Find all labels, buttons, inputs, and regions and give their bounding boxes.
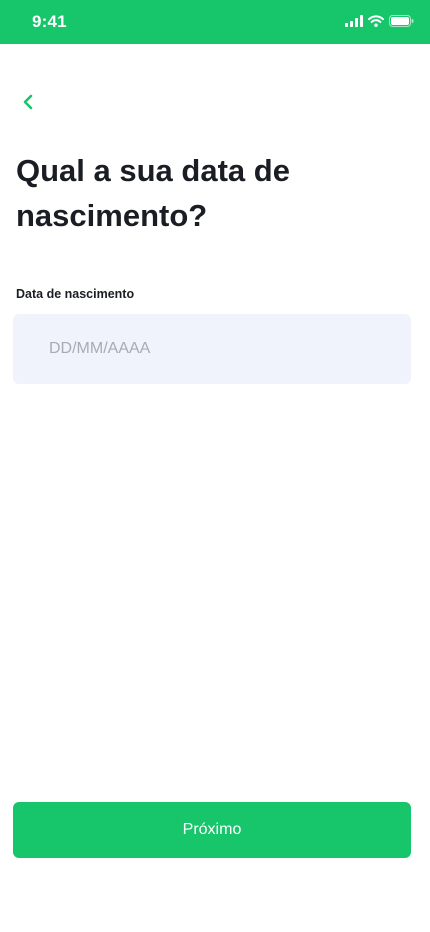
signal-icon	[345, 15, 363, 27]
birthdate-label: Data de nascimento	[16, 287, 135, 301]
chevron-left-icon	[23, 94, 33, 110]
back-button[interactable]	[14, 88, 42, 116]
page-title: Qual a sua data de nascimento?	[16, 153, 290, 233]
battery-icon	[389, 15, 414, 27]
status-time: 9:41	[32, 12, 67, 31]
next-button[interactable]: Próximo	[13, 802, 411, 858]
status-bar: 9:41	[0, 0, 430, 44]
status-icons	[345, 15, 414, 27]
wifi-icon	[368, 15, 384, 27]
birthdate-input[interactable]	[13, 314, 411, 384]
